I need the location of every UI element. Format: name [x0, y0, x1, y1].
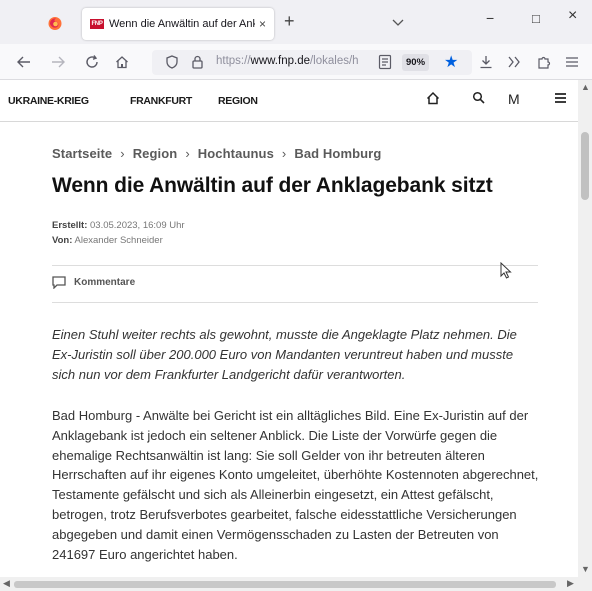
reload-icon[interactable]: [82, 52, 102, 72]
article-lead: Einen Stuhl weiter rechts als gewohnt, m…: [52, 327, 517, 382]
breadcrumb-startseite[interactable]: Startseite: [52, 146, 112, 161]
article-body: Bad Homburg - Anwälte bei Gericht ist ei…: [52, 408, 539, 562]
reader-view-icon[interactable]: [378, 54, 392, 75]
vertical-scrollbar[interactable]: ▲ ▼: [578, 80, 592, 577]
scroll-left-icon[interactable]: ◀: [3, 578, 10, 589]
overflow-chevron-icon[interactable]: [504, 52, 524, 72]
article-created: Erstellt: 03.05.2023, 16:09 Uhr: [52, 220, 185, 231]
article-title: Wenn die Anwältin auf der Anklagebank si…: [52, 174, 493, 197]
breadcrumb-region[interactable]: Region: [133, 146, 178, 161]
vertical-scroll-thumb[interactable]: [581, 132, 589, 200]
url-host: www.fnp.de: [250, 55, 310, 67]
comments-label: Kommentare: [74, 277, 136, 288]
search-icon[interactable]: [472, 91, 485, 108]
url-text[interactable]: https://www.fnp.de/lokales/h: [216, 55, 372, 67]
app-menu-icon[interactable]: [562, 52, 582, 72]
horizontal-scrollbar[interactable]: ◀ ▶: [0, 577, 592, 591]
lock-icon[interactable]: [192, 55, 203, 74]
site-header: UKRAINE-KRIEG FRANKFURT REGION M: [0, 80, 578, 122]
breadcrumb-separator: ›: [185, 146, 190, 161]
divider: [52, 302, 538, 303]
url-path: /lokales/h: [309, 55, 359, 67]
created-date: 03.05.2023, 16:09 Uhr: [90, 220, 185, 231]
created-label: Erstellt:: [52, 220, 88, 231]
horizontal-scroll-thumb[interactable]: [14, 581, 556, 588]
nav-ukraine-krieg[interactable]: UKRAINE-KRIEG: [8, 95, 89, 107]
list-all-tabs-icon[interactable]: [392, 14, 404, 32]
breadcrumb-bad-homburg[interactable]: Bad Homburg: [294, 146, 381, 161]
tab-close-icon[interactable]: ×: [259, 17, 266, 31]
bookmark-star-icon[interactable]: ★: [444, 52, 458, 72]
nav-toolbar: https://www.fnp.de/lokales/h 90% ★: [0, 44, 592, 80]
divider: [52, 265, 538, 266]
nav-region[interactable]: REGION: [218, 95, 258, 107]
scroll-up-icon[interactable]: ▲: [581, 82, 590, 92]
tracking-protection-icon[interactable]: [166, 55, 178, 74]
extensions-icon[interactable]: [534, 52, 554, 72]
scroll-down-icon[interactable]: ▼: [581, 564, 590, 574]
mouse-cursor-icon: [500, 261, 512, 284]
fnp-favicon-icon: FNP: [90, 19, 104, 29]
tab-title: Wenn die Anwältin auf der Ankl: [109, 18, 255, 30]
breadcrumb-separator: ›: [281, 146, 287, 161]
article-author: Von: Alexander Schneider: [52, 235, 163, 246]
breadcrumb-separator: ›: [120, 146, 125, 161]
firefox-view-icon[interactable]: [46, 14, 64, 32]
breadcrumb-hochtaunus[interactable]: Hochtaunus: [198, 146, 274, 161]
author-label: Von:: [52, 235, 73, 246]
minimize-button[interactable]: −: [486, 10, 494, 26]
new-tab-button[interactable]: +: [284, 11, 295, 32]
scroll-right-icon[interactable]: ▶: [567, 578, 574, 589]
merkliste-icon[interactable]: M: [508, 91, 520, 107]
active-tab[interactable]: FNP Wenn die Anwältin auf der Ankl ×: [82, 8, 274, 40]
breadcrumb: Startseite › Region › Hochtaunus › Bad Homburg: [52, 146, 381, 161]
home-icon[interactable]: [426, 91, 440, 109]
comments-link[interactable]: Kommentare: [52, 276, 135, 289]
author-name[interactable]: Alexander Schneider: [75, 235, 163, 246]
forward-icon[interactable]: [48, 52, 68, 72]
back-icon[interactable]: [14, 52, 34, 72]
downloads-icon[interactable]: [476, 52, 496, 72]
article-content: Startseite › Region › Hochtaunus › Bad Homburg…: [0, 122, 578, 577]
maximize-button[interactable]: □: [532, 11, 540, 26]
nav-frankfurt[interactable]: FRANKFURT: [130, 95, 192, 107]
menu-icon[interactable]: [554, 91, 567, 108]
url-scheme: https://: [216, 55, 251, 67]
home-icon[interactable]: [112, 52, 132, 72]
zoom-level-button[interactable]: 90%: [402, 54, 430, 71]
url-bar[interactable]: https://www.fnp.de/lokales/h 90% ★: [152, 50, 472, 75]
comment-icon: [52, 276, 66, 289]
close-window-button[interactable]: ×: [568, 7, 577, 25]
tab-strip: FNP Wenn die Anwältin auf der Ankl × + −…: [0, 0, 592, 44]
